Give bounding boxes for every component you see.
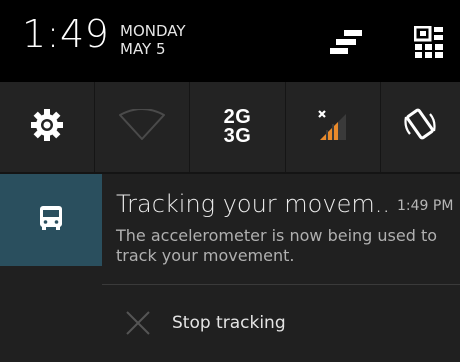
date-label: MAY 5: [120, 40, 166, 58]
network-mode-3g: 3G: [223, 125, 252, 147]
gear-icon: [30, 108, 64, 146]
settings-panel-icon[interactable]: [326, 30, 366, 66]
network-mode-label: 2G 3G: [223, 107, 252, 147]
qs-settings-tile[interactable]: [0, 82, 96, 172]
qs-wifi-tile[interactable]: [95, 82, 191, 172]
bus-icon: [39, 205, 63, 235]
qr-user-icon[interactable]: [413, 25, 444, 62]
notification-icon-box: [0, 174, 102, 266]
notification-body: The accelerometer is now being used to t…: [116, 226, 438, 265]
clock: 1:49: [22, 12, 110, 56]
day-label: MONDAY: [120, 22, 186, 40]
signal-icon: [316, 108, 350, 146]
qs-network-mode-tile[interactable]: 2G 3G: [190, 82, 286, 172]
date-block: MONDAY MAY 5: [120, 22, 186, 58]
rotate-icon: [403, 107, 437, 147]
wifi-icon: [118, 108, 166, 145]
stop-tracking-button[interactable]: Stop tracking: [102, 285, 460, 362]
stop-tracking-label: Stop tracking: [172, 313, 286, 333]
status-header: 1:49 MONDAY MAY 5: [0, 0, 460, 82]
quick-settings-row: 2G 3G: [0, 82, 460, 172]
notification-time: 1:49 PM: [397, 198, 454, 214]
qs-auto-rotate-tile[interactable]: [381, 82, 460, 172]
close-icon: [124, 309, 152, 341]
notification-title: Tracking your movem..: [116, 190, 390, 218]
qs-mobile-signal-tile[interactable]: [286, 82, 381, 172]
notification-card[interactable]: Tracking your movem.. 1:49 PM The accele…: [0, 174, 460, 362]
